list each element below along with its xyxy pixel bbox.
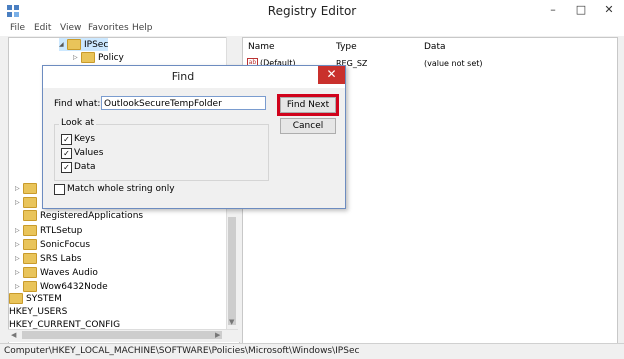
folder-icon: [23, 267, 37, 278]
close-button[interactable]: ✕: [600, 2, 618, 18]
folder-icon: [67, 39, 81, 50]
tree-item-registered-applications[interactable]: RegisteredApplications: [15, 210, 143, 223]
tree-item-system[interactable]: ▷SYSTEM: [9, 292, 62, 305]
cancel-button[interactable]: Cancel: [280, 118, 336, 134]
tree-item-ipsec[interactable]: ◢ IPSec: [59, 38, 109, 51]
tree-item-waves-audio[interactable]: ▷ Waves Audio: [15, 266, 98, 279]
maximize-button[interactable]: □: [572, 2, 590, 18]
expand-arrow-icon[interactable]: ▷: [15, 182, 23, 195]
folder-icon: [23, 239, 37, 250]
tree-item-policy[interactable]: ▷ Policy: [73, 51, 124, 64]
tree-horizontal-scroll-thumb[interactable]: [22, 331, 222, 339]
scroll-down-arrow-icon[interactable]: ▼: [229, 318, 234, 326]
column-header-name[interactable]: Name: [248, 42, 275, 52]
folder-icon: [23, 225, 37, 236]
window-title: Registry Editor: [267, 4, 357, 18]
registry-editor-window: Registry Editor – □ ✕ File Edit View Fav…: [0, 0, 624, 359]
expand-arrow-icon[interactable]: ▷: [15, 266, 23, 279]
menu-view[interactable]: View: [60, 23, 81, 33]
status-bar: Computer\HKEY_LOCAL_MACHINE\SOFTWARE\Pol…: [0, 343, 624, 359]
expand-arrow-icon[interactable]: ▷: [15, 238, 23, 251]
menu-edit[interactable]: Edit: [34, 23, 51, 33]
folder-icon: [23, 210, 37, 221]
tree-item-rtlsetup[interactable]: ▷ RTLSetup: [15, 224, 82, 237]
find-dialog-title-bar: Find: [43, 66, 345, 88]
menu-help[interactable]: Help: [132, 23, 153, 33]
menu-bar: File Edit View Favorites Help: [0, 22, 624, 36]
collapse-arrow-icon[interactable]: ◢: [59, 38, 67, 51]
values-checkbox[interactable]: ✓: [61, 148, 72, 159]
expand-arrow-icon[interactable]: ▷: [15, 252, 23, 265]
folder-icon: [23, 183, 37, 194]
match-whole-string-checkbox[interactable]: [54, 184, 65, 195]
data-label: Data: [74, 162, 96, 172]
data-checkbox[interactable]: ✓: [61, 162, 72, 173]
find-what-label: Find what:: [54, 99, 101, 109]
column-header-type[interactable]: Type: [336, 42, 357, 52]
scroll-left-arrow-icon[interactable]: ◀: [11, 331, 16, 339]
tree-item-collapsed-1[interactable]: ▷: [15, 182, 40, 195]
find-dialog: Find ✕ Find what: OutlookSecureTempFolde…: [42, 65, 346, 209]
find-dialog-title: Find: [171, 70, 195, 83]
scroll-right-arrow-icon[interactable]: ▶: [215, 331, 220, 339]
tree-vertical-scroll-thumb[interactable]: [228, 217, 236, 325]
folder-icon: [23, 281, 37, 292]
folder-icon: [23, 253, 37, 264]
column-header-data[interactable]: Data: [424, 42, 446, 52]
tree-item-sonicfocus[interactable]: ▷ SonicFocus: [15, 238, 90, 251]
find-dialog-close-button[interactable]: ✕: [318, 66, 345, 84]
registry-path: Computer\HKEY_LOCAL_MACHINE\SOFTWARE\Pol…: [4, 346, 360, 356]
keys-checkbox[interactable]: ✓: [61, 134, 72, 145]
match-whole-string-label: Match whole string only: [67, 184, 175, 194]
tree-item-collapsed-2[interactable]: ▷: [15, 196, 40, 209]
expand-arrow-icon[interactable]: ▷: [15, 196, 23, 209]
folder-icon: [81, 52, 95, 63]
expand-arrow-icon[interactable]: ▷: [73, 51, 81, 64]
keys-label: Keys: [74, 134, 96, 144]
find-what-input[interactable]: OutlookSecureTempFolder: [101, 96, 266, 110]
tree-item-hkey-users[interactable]: ▷HKEY_USERS: [9, 305, 67, 318]
values-label: Values: [74, 148, 104, 158]
menu-file[interactable]: File: [10, 23, 25, 33]
tree-item-srs-labs[interactable]: ▷ SRS Labs: [15, 252, 81, 265]
folder-icon: [23, 197, 37, 208]
find-next-button[interactable]: Find Next: [277, 94, 339, 116]
expand-arrow-icon[interactable]: ▷: [15, 224, 23, 237]
value-row-data: (value not set): [424, 59, 483, 68]
minimize-button[interactable]: –: [544, 2, 562, 18]
folder-icon: [9, 293, 23, 304]
title-bar: Registry Editor – □ ✕: [0, 0, 624, 22]
look-at-label: Look at: [59, 118, 96, 128]
menu-favorites[interactable]: Favorites: [88, 23, 129, 33]
